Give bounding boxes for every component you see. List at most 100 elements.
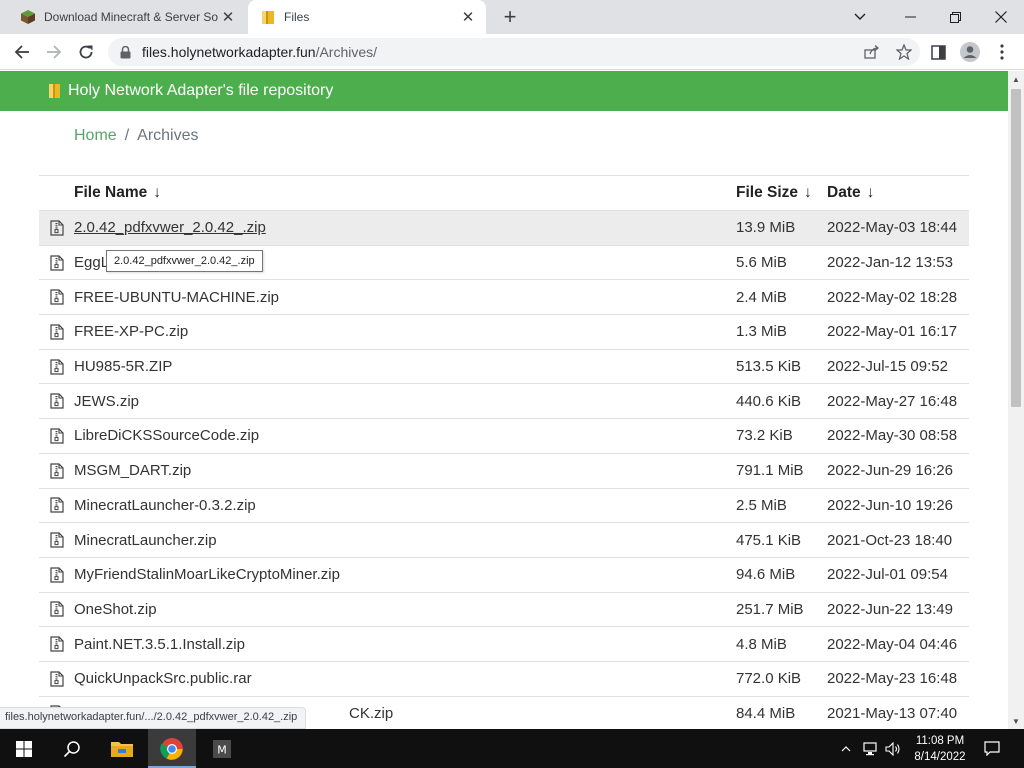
close-tab-icon[interactable]: ✕: [218, 7, 238, 27]
file-date: 2021-May-13 07:40: [827, 704, 958, 722]
action-center-button[interactable]: [980, 729, 1004, 768]
menu-button[interactable]: [988, 38, 1016, 66]
file-date: 2022-Jun-22 13:49: [827, 600, 953, 618]
lock-icon[interactable]: [120, 45, 132, 59]
file-size: 84.4 MiB: [736, 704, 796, 722]
status-url-bubble: files.holynetworkadapter.fun/.../2.0.42_…: [0, 707, 307, 729]
scrollbar-thumb[interactable]: [1011, 89, 1021, 407]
site-header: Holy Network Adapter's file repository: [0, 71, 1008, 111]
url-host: files.holynetworkadapter.fun: [142, 44, 316, 60]
table-row[interactable]: FREE-UBUNTU-MACHINE.zip 2.4 MiB 2022-May-0…: [39, 280, 969, 316]
page-scrollbar[interactable]: ▲ ▼: [1008, 71, 1024, 729]
table-row[interactable]: LibreDiCKSSourceCode.zip 73.2 KiB 2022-May…: [39, 419, 969, 454]
file-date: 2022-May-02 18:28: [827, 288, 958, 306]
file-name-link[interactable]: MinecratLauncher.zip: [74, 532, 736, 549]
breadcrumb-separator: /: [124, 127, 130, 144]
table-row[interactable]: MinecratLauncher-0.3.2.zip 2.5 MiB 2022-Ju…: [39, 489, 969, 524]
app-m-icon: M: [213, 739, 231, 758]
network-icon: [863, 741, 877, 755]
file-name-link[interactable]: 2.0.42_pdfxvwer_2.0.42_.zip: [74, 219, 736, 236]
notification-icon: [984, 741, 1000, 756]
breadcrumb-current: Archives: [137, 127, 199, 144]
table-row[interactable]: JEWS.zip 440.6 KiB 2022-May-27 16:48: [39, 384, 969, 420]
arrow-right-icon: [47, 45, 62, 59]
file-explorer-icon: [111, 741, 133, 757]
scroll-up-arrow-icon[interactable]: ▲: [1008, 71, 1024, 87]
file-name-link[interactable]: Paint.NET.3.5.1.Install.zip: [74, 636, 736, 653]
tab-files[interactable]: Files ✕: [248, 0, 486, 34]
file-date: 2022-Jun-29 16:26: [827, 462, 953, 480]
close-window-button[interactable]: [978, 0, 1024, 34]
file-date: 2022-Jul-15 09:52: [827, 358, 948, 376]
file-name-link[interactable]: MinecratLauncher-0.3.2.zip: [74, 497, 736, 514]
search-button[interactable]: [48, 729, 96, 768]
back-button[interactable]: [8, 38, 36, 66]
date-header[interactable]: Date ↓: [827, 184, 969, 202]
sort-arrow-icon: ↓: [804, 184, 812, 201]
tab-search-button[interactable]: [837, 0, 883, 34]
file-size: 772.0 KiB: [736, 670, 802, 688]
zip-file-icon: [39, 393, 74, 409]
restore-button[interactable]: [932, 0, 978, 34]
file-date: 2022-May-23 16:48: [827, 670, 958, 688]
clock-date: 8/14/2022: [914, 751, 966, 763]
scroll-down-arrow-icon[interactable]: ▼: [1008, 713, 1024, 729]
search-icon: [63, 740, 80, 757]
table-row[interactable]: Paint.NET.3.5.1.Install.zip 4.8 MiB 2022-M…: [39, 627, 969, 662]
chrome-taskbar-button[interactable]: [148, 729, 196, 768]
file-name-link[interactable]: OneShot.zip: [74, 601, 736, 618]
breadcrumb: Home / Archives: [74, 127, 199, 145]
share-icon[interactable]: [856, 38, 888, 66]
bookmark-star-icon[interactable]: [888, 38, 920, 66]
address-bar[interactable]: files.holynetworkadapter.fun/Archives/: [108, 38, 920, 66]
svg-text:M: M: [217, 743, 227, 756]
table-row[interactable]: 2.0.42_pdfxvwer_2.0.42_.zip 13.9 MiB 2022-…: [39, 211, 969, 246]
tab-minecraft[interactable]: Download Minecraft & Server So ✕: [8, 0, 246, 34]
table-row[interactable]: HU985-5R.ZIP 513.5 KiB 2022-Jul-15 09:52: [39, 350, 969, 385]
link-tooltip: 2.0.42_pdfxvwer_2.0.42_.zip: [106, 250, 263, 272]
network-button[interactable]: [862, 729, 880, 768]
new-tab-button[interactable]: +: [496, 3, 524, 31]
app-m-taskbar-button[interactable]: M: [198, 729, 246, 768]
table-row[interactable]: QuickUnpackSrc.public.rar 772.0 KiB 2022-M…: [39, 662, 969, 697]
breadcrumb-home-link[interactable]: Home: [74, 127, 117, 144]
zip-file-icon: [39, 324, 74, 340]
zip-file-icon: [39, 289, 74, 305]
table-row[interactable]: FREE-XP-PC.zip 1.3 MiB 2022-May-01 16:17: [39, 315, 969, 350]
windows-taskbar: M 11:08 PM 8/14/2022: [0, 729, 1024, 768]
file-name-link[interactable]: HU985-5R.ZIP: [74, 358, 736, 375]
profile-button[interactable]: [956, 38, 984, 66]
table-row[interactable]: MinecratLauncher.zip 475.1 KiB 2021-Oct-23…: [39, 523, 969, 558]
zip-file-icon: [39, 220, 74, 236]
forward-button[interactable]: [40, 38, 68, 66]
file-size: 5.6 MiB: [736, 254, 787, 272]
file-size: 2.4 MiB: [736, 288, 787, 306]
table-row[interactable]: MSGM_DART.zip 791.1 MiB 2022-Jun-29 16:26: [39, 454, 969, 489]
close-tab-icon[interactable]: ✕: [458, 7, 478, 27]
file-name-link[interactable]: MyFriendStalinMoarLikeCryptoMiner.zip: [74, 566, 736, 583]
reload-button[interactable]: [72, 38, 100, 66]
file-name-link[interactable]: FREE-UBUNTU-MACHINE.zip: [74, 289, 736, 306]
file-date: 2022-May-30 08:58: [827, 427, 958, 445]
start-button[interactable]: [0, 729, 48, 768]
minimize-button[interactable]: [887, 0, 933, 34]
file-name-link[interactable]: JEWS.zip: [74, 393, 736, 410]
browser-toolbar: files.holynetworkadapter.fun/Archives/: [0, 34, 1024, 70]
sort-arrow-icon: ↓: [866, 184, 875, 201]
file-name-link[interactable]: LibreDiCKSSourceCode.zip: [74, 427, 736, 444]
file-explorer-taskbar-button[interactable]: [98, 729, 146, 768]
file-size-header[interactable]: File Size ↓: [736, 184, 827, 202]
file-name-link[interactable]: MSGM_DART.zip: [74, 462, 736, 479]
file-name-link[interactable]: QuickUnpackSrc.public.rar: [74, 670, 736, 687]
windows-logo-icon: [16, 740, 32, 757]
minecraft-grass-block-icon: [21, 10, 35, 24]
show-hidden-icons-button[interactable]: [838, 729, 854, 768]
side-panel-button[interactable]: [924, 38, 952, 66]
table-row[interactable]: MyFriendStalinMoarLikeCryptoMiner.zip 94.…: [39, 558, 969, 593]
tab-title: Download Minecraft & Server So: [44, 10, 218, 24]
taskbar-clock[interactable]: 11:08 PM 8/14/2022: [908, 733, 972, 765]
file-name-link[interactable]: FREE-XP-PC.zip: [74, 323, 736, 340]
volume-button[interactable]: [884, 729, 902, 768]
file-name-header[interactable]: File Name ↓: [74, 184, 736, 202]
table-row[interactable]: OneShot.zip 251.7 MiB 2022-Jun-22 13:49: [39, 593, 969, 628]
